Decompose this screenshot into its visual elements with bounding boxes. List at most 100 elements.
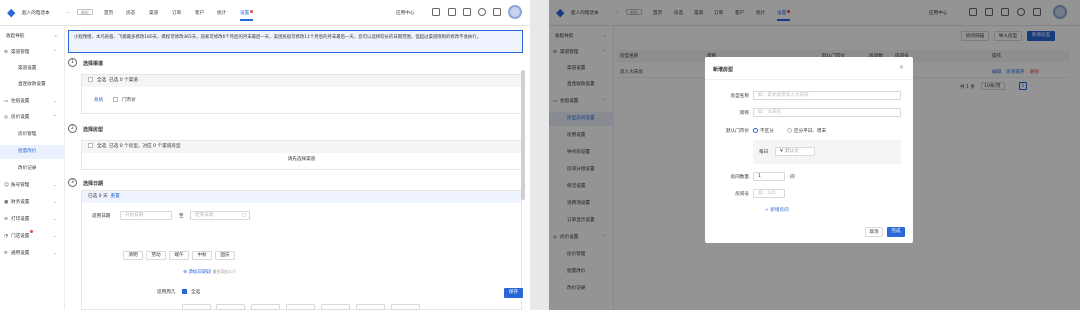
vip-badge: 基础 [77, 9, 93, 15]
sidebar-item-price-management[interactable]: 房价管理 [0, 128, 65, 142]
sidebar-item-price-log[interactable]: 改价记录 [0, 162, 65, 176]
start-date-input[interactable]: 开始日期 [120, 211, 172, 220]
channel-option-store-price[interactable]: 门市价 [113, 97, 136, 103]
sidebar-item-batch-price[interactable]: 批量改价 [0, 145, 65, 159]
reset-link[interactable]: 重置 [111, 194, 120, 199]
collapse-nav[interactable]: 收起导航 « [0, 30, 65, 44]
chevron-up-icon: ^ [53, 115, 57, 120]
chevron-down-icon[interactable]: ⌄ [66, 10, 70, 15]
step-2-title: 选择房型 [83, 127, 104, 133]
chevron-down-icon: ⌄ [53, 251, 57, 256]
collapse-icon[interactable]: « [54, 30, 57, 44]
gear-icon: ✲ [4, 251, 8, 256]
bed-icon: ▭ [4, 99, 9, 104]
channel-box: 全选 已选 0 个渠道 系统 门市价 [81, 74, 522, 114]
no-split-radio[interactable] [753, 128, 758, 133]
weekday-option[interactable] [356, 304, 385, 310]
sidebar-group-channel[interactable]: ⚙ 渠道管理 ^ [0, 46, 65, 60]
sidebar-group-print[interactable]: ⊖ 打印设置 ⌄ [0, 213, 65, 227]
nav-stats[interactable]: 统计 [217, 10, 226, 16]
holiday-qingming[interactable]: 清明 [123, 251, 143, 260]
store-price-checkbox[interactable] [113, 97, 118, 102]
weekday-option[interactable] [286, 304, 315, 310]
cancel-button[interactable]: 取消 [865, 227, 883, 237]
nav-orders[interactable]: 订单 [172, 10, 181, 16]
sidebar-group-store[interactable]: ◔ 门店设置 ⌄ [0, 230, 65, 244]
step-1-title: 选择渠道 [83, 61, 104, 67]
sidebar-group-finance[interactable]: ▣ 财务设置 ⌄ [0, 196, 65, 210]
add-period-row[interactable]: ⊕ 添加日期段 最多添加10个 [183, 269, 237, 275]
save-button[interactable]: 保存 [504, 288, 523, 298]
holiday-national[interactable]: 国庆 [215, 251, 235, 260]
calendar-icon[interactable] [448, 8, 456, 16]
channel-box-header: 全选 已选 0 个渠道 [82, 75, 521, 87]
weekday-option[interactable] [321, 304, 350, 310]
weekday-option[interactable] [391, 304, 420, 310]
yuan-icon: ¥ [780, 149, 783, 154]
refresh-icon[interactable] [478, 8, 486, 16]
price-option-split[interactable]: 区分平日、周末 [787, 128, 826, 134]
chevron-down-icon: ⌄ [53, 217, 57, 222]
select-channel-hint: 请先选择渠道 [287, 157, 316, 162]
close-icon[interactable]: × [899, 64, 904, 71]
weekday-select-all[interactable]: 全选 [182, 289, 200, 295]
default-price-label: 默认门市价 [726, 129, 749, 134]
chevron-down-icon: ⌄ [53, 200, 57, 205]
select-all-channels-checkbox[interactable] [88, 77, 93, 82]
holiday-duanwu[interactable]: 端午 [169, 251, 189, 260]
room-name-label: 房型名称 [730, 94, 749, 99]
split-radio[interactable] [787, 128, 792, 133]
holiday-labor[interactable]: 劳动 [146, 251, 166, 260]
room-count-label: 房间数量 [730, 175, 749, 180]
modal-divider [705, 79, 913, 80]
step-3-title: 选择日期 [83, 181, 104, 187]
sidebar-item-channel-settings[interactable]: 渠道设置 [0, 62, 65, 76]
avatar[interactable] [508, 5, 522, 19]
export-icon[interactable] [493, 8, 501, 16]
message-icon[interactable] [432, 8, 440, 16]
short-name-input[interactable]: 如：大床房 [753, 108, 901, 117]
done-button[interactable]: 完成 [887, 227, 905, 237]
weekday-option[interactable] [182, 304, 211, 310]
main-content: 小程预授、木鸟民宿、飞猪最多修改180天，携程可修改365天，途家可修改6个月后… [66, 26, 530, 310]
weekday-all-checkbox[interactable] [182, 289, 187, 294]
right-window: ◆ 超人的电话本 ⌄ 基础 首页 房态 渠道 订单 客户 统计 设置 应用中心 … [549, 0, 1080, 310]
wallet-icon: ▣ [4, 200, 9, 205]
add-period-button[interactable]: ⊕ 添加日期段 [183, 270, 211, 275]
sidebar-group-lodging[interactable]: ▭ 住宿设置 ⌄ [0, 95, 65, 109]
add-period-hint: 最多添加10个 [212, 269, 237, 274]
date-label: 适用日期 [92, 214, 111, 219]
step-2-number: 2 [68, 124, 77, 133]
calendar-icon: ▢ [241, 213, 246, 218]
sidebar-group-account[interactable]: ☺ 账号管理 ⌄ [0, 179, 65, 193]
add-room-button[interactable]: + 新增房间 [765, 207, 789, 213]
channels-selected-count: 已选 0 个渠道 [109, 78, 138, 83]
scrollbar[interactable] [521, 70, 525, 200]
price-option-no-split[interactable]: 不区分 [753, 128, 774, 134]
sidebar-item-direct-payment[interactable]: 直连收款设置 [0, 78, 65, 92]
nav-customers[interactable]: 客户 [195, 10, 204, 16]
app-center-link[interactable]: 应用中心 [396, 10, 414, 16]
select-all-room-types-checkbox[interactable] [88, 143, 93, 148]
short-name-label: 简称 [739, 111, 749, 116]
room-name-input[interactable]: 如：日式观景双人大床房 [753, 91, 901, 100]
nav-settings[interactable]: 设置 [240, 10, 254, 21]
logo-icon: ◆ [7, 6, 16, 19]
nav-home[interactable]: 首页 [104, 10, 113, 16]
record-icon[interactable] [463, 8, 471, 16]
price-icon: ◎ [4, 115, 9, 120]
weekday-option[interactable] [216, 304, 245, 310]
nav-channel[interactable]: 渠道 [149, 10, 158, 16]
end-date-input[interactable]: 结束日期 ▢ [190, 211, 250, 220]
holiday-mid-autumn[interactable]: 中秋 [192, 251, 212, 260]
sliders-icon: ⚙ [4, 50, 9, 55]
daily-label: 每日 [759, 150, 769, 155]
default-price-input[interactable]: ¥ 默认价 [775, 147, 815, 156]
weekday-option[interactable] [251, 304, 280, 310]
room-number-input[interactable]: 如：101 [753, 189, 785, 198]
app-title[interactable]: 超人的电话本 [22, 10, 50, 16]
sidebar-group-general[interactable]: ✲ 通用设置 ⌄ [0, 247, 65, 261]
room-count-input[interactable]: 1 [753, 172, 785, 181]
sidebar-group-pricing[interactable]: ◎ 房价设置 ^ [0, 111, 65, 125]
nav-room-status[interactable]: 房态 [126, 10, 135, 16]
